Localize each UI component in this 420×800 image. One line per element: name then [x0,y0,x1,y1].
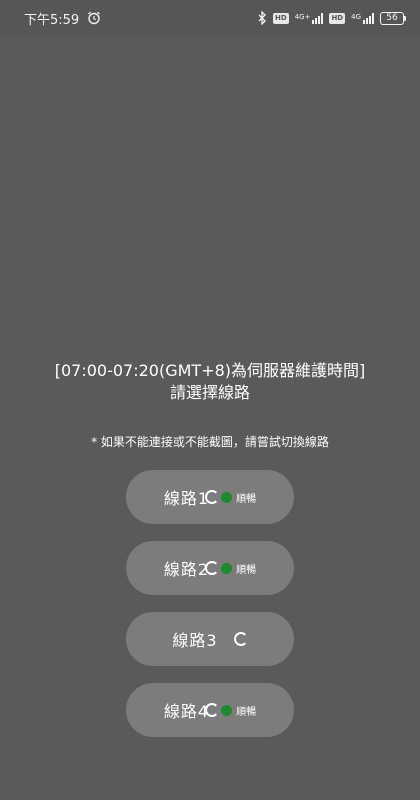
status-ok-dot-icon [221,704,233,716]
status-bar: 下午5:59 HD 4G+ HD 4G 56 [0,0,420,36]
route-4-label: 線路4 [163,702,210,721]
route-3-button[interactable]: 線路3 [126,612,294,666]
status-ok-dot-icon [221,491,233,503]
battery-icon: 56 [380,11,406,25]
signal-icon-1: 4G+ [294,12,324,24]
route-3-label: 線路3 [172,631,218,650]
route-2-label: 線路2 [163,560,210,579]
loading-spinner-icon [205,703,220,717]
maintenance-time-text: [07:00-07:20(GMT+8)為伺服器維護時間] [54,361,366,380]
route-4-button[interactable]: 線路4 順暢 [126,683,294,737]
route-2-status: 順暢 [236,564,257,576]
route-1-status: 順暢 [236,493,257,505]
route-selection-screen: [07:00-07:20(GMT+8)為伺服器維護時間] 請選擇線路 * 如果不… [0,36,420,800]
loading-spinner-icon [205,561,220,575]
hd-badge-2: HD [329,12,346,24]
route-2-button[interactable]: 線路2 順暢 [126,541,294,595]
loading-spinner-icon [205,490,220,504]
alarm-clock-icon [87,11,101,25]
loading-spinner-icon [233,632,248,646]
network-type-2: 4G [351,12,361,21]
status-bar-left: 下午5:59 [24,9,101,28]
signal-icon-2: 4G [351,12,374,24]
hd-badge-1: HD [273,12,289,24]
route-4-status: 順暢 [236,706,257,718]
route-1-label: 線路1 [163,489,210,508]
battery-level: 56 [380,11,404,25]
bluetooth-icon [258,11,267,25]
route-1-button[interactable]: 線路1 順暢 [126,470,294,524]
status-time: 下午5:59 [24,12,80,28]
status-bar-right: HD 4G+ HD 4G 56 [258,11,406,25]
switch-route-tip: * 如果不能連接或不能截圖，請嘗試切換線路 [91,435,329,449]
network-type-1: 4G+ [294,12,311,21]
maintenance-notice: [07:00-07:20(GMT+8)為伺服器維護時間] 請選擇線路 [0,360,420,404]
status-ok-dot-icon [221,562,233,574]
select-route-heading: 請選擇線路 [169,383,250,402]
